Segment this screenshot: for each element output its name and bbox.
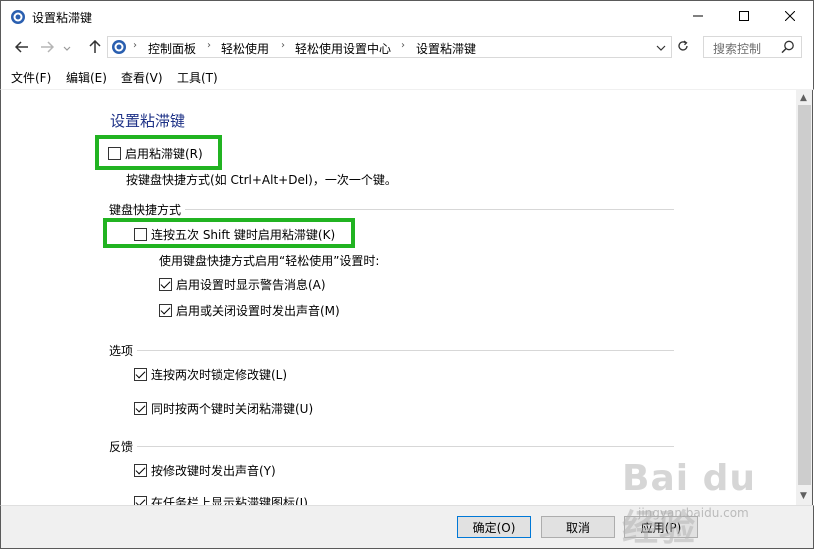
scroll-thumb[interactable] xyxy=(798,105,811,485)
watermark-logo: Bai du 经验 xyxy=(622,458,757,549)
checkbox-label: 启用或关闭设置时发出声音(M) xyxy=(176,304,340,318)
breadcrumb-separator: › xyxy=(133,40,137,51)
section-divider xyxy=(137,446,674,447)
menu-bar: 文件(F) 编辑(E) 查看(V) 工具(T) xyxy=(0,64,814,90)
refresh-button[interactable] xyxy=(674,36,692,58)
scroll-down-icon[interactable]: ▼ xyxy=(800,491,807,501)
enable-sticky-keys-checkbox[interactable]: 启用粘滞键(R) xyxy=(108,145,203,162)
section-options: 选项 xyxy=(109,344,134,358)
section-divider xyxy=(185,209,674,210)
enable-description: 按键盘快捷方式(如 Ctrl+Alt+Del)，一次一个键。 xyxy=(126,173,397,187)
maximize-button[interactable] xyxy=(721,1,767,32)
chevron-down-icon xyxy=(656,40,666,54)
arrow-right-icon xyxy=(40,40,55,56)
checkbox-unchecked[interactable] xyxy=(108,147,121,160)
checkbox-label: 启用粘滞键(R) xyxy=(125,147,203,161)
checkbox-label: 按修改键时发出声音(Y) xyxy=(151,464,276,478)
menu-view[interactable]: 查看(V) xyxy=(121,69,163,86)
address-bar[interactable]: › 控制面板 › 轻松使用 › 轻松使用设置中心 › 设置粘滞键 xyxy=(107,36,672,58)
forward-button[interactable] xyxy=(38,39,56,57)
page-title: 设置粘滞键 xyxy=(110,112,186,130)
arrow-up-icon xyxy=(89,39,101,57)
checkbox-checked[interactable] xyxy=(134,402,147,415)
title-bar: 设置粘滞键 xyxy=(0,0,814,32)
shortcut-sub-description: 使用键盘快捷方式启用“轻松使用”设置时: xyxy=(159,254,380,268)
checkbox-label: 连按五次 Shift 键时启用粘滞键(K) xyxy=(151,228,336,242)
ok-button[interactable]: 确定(O) xyxy=(457,516,531,538)
address-history-button[interactable] xyxy=(654,40,668,54)
checkbox-checked[interactable] xyxy=(159,304,172,317)
back-button[interactable] xyxy=(13,39,31,57)
breadcrumb-current[interactable]: 设置粘滞键 xyxy=(416,40,476,57)
shift-five-times-checkbox[interactable]: 连按五次 Shift 键时启用粘滞键(K) xyxy=(134,226,335,243)
section-divider xyxy=(137,350,674,351)
maximize-icon xyxy=(739,10,749,24)
chevron-down-icon xyxy=(63,41,71,55)
taskbar-icon-checkbox[interactable]: 在任务栏上显示粘滞键图标(I) xyxy=(134,494,308,505)
control-panel-icon xyxy=(10,9,26,25)
checkbox-label: 同时按两个键时关闭粘滞键(U) xyxy=(151,402,314,416)
breadcrumb-ease-of-access[interactable]: 轻松使用 xyxy=(221,40,269,57)
scroll-up-icon[interactable]: ▲ xyxy=(800,93,807,103)
checkbox-checked[interactable] xyxy=(134,464,147,477)
minimize-button[interactable] xyxy=(675,1,721,32)
checkbox-label: 启用设置时显示警告消息(A) xyxy=(176,278,326,292)
up-button[interactable] xyxy=(86,39,104,57)
control-panel-icon xyxy=(111,39,127,55)
menu-edit[interactable]: 编辑(E) xyxy=(66,69,107,86)
section-feedback: 反馈 xyxy=(109,440,134,454)
checkbox-checked[interactable] xyxy=(134,496,147,505)
settings-content: 设置粘滞键 启用粘滞键(R) 按键盘快捷方式(如 Ctrl+Alt+Del)，一… xyxy=(0,90,796,505)
turn-off-two-keys-checkbox[interactable]: 同时按两个键时关闭粘滞键(U) xyxy=(134,400,313,417)
checkbox-unchecked[interactable] xyxy=(134,228,147,241)
watermark-url: jingyan.baidu.com xyxy=(638,506,749,520)
checkbox-label: 连按两次时锁定修改键(L) xyxy=(151,368,288,382)
search-box[interactable]: 搜索控制 xyxy=(703,36,802,58)
close-icon xyxy=(784,10,796,24)
menu-tools[interactable]: 工具(T) xyxy=(177,69,218,86)
search-placeholder: 搜索控制 xyxy=(713,42,762,56)
menu-file[interactable]: 文件(F) xyxy=(11,69,51,86)
arrow-left-icon xyxy=(14,40,29,56)
window-title: 设置粘滞键 xyxy=(32,11,93,25)
baidu-watermark: Bai du 经验 jingyan.baidu.com xyxy=(622,458,782,549)
checkbox-checked[interactable] xyxy=(159,278,172,291)
breadcrumb-separator: › xyxy=(281,40,285,51)
breadcrumb-control-panel[interactable]: 控制面板 xyxy=(148,40,196,57)
breadcrumb-separator: › xyxy=(207,40,211,51)
cancel-button[interactable]: 取消 xyxy=(541,516,615,538)
checkbox-label: 在任务栏上显示粘滞键图标(I) xyxy=(151,496,308,505)
close-button[interactable] xyxy=(767,1,813,32)
recent-locations-button[interactable] xyxy=(61,39,73,57)
minimize-icon xyxy=(693,10,703,24)
breadcrumb-separator: › xyxy=(401,40,405,51)
modifier-sound-checkbox[interactable]: 按修改键时发出声音(Y) xyxy=(134,462,276,479)
search-icon[interactable] xyxy=(781,40,795,54)
make-sound-checkbox[interactable]: 启用或关闭设置时发出声音(M) xyxy=(159,302,340,319)
refresh-icon xyxy=(677,39,689,55)
vertical-scrollbar[interactable]: ▲ ▼ xyxy=(796,90,813,505)
lock-modifier-checkbox[interactable]: 连按两次时锁定修改键(L) xyxy=(134,366,287,383)
show-warning-checkbox[interactable]: 启用设置时显示警告消息(A) xyxy=(159,276,326,293)
section-keyboard-shortcut: 键盘快捷方式 xyxy=(109,203,182,217)
breadcrumb-ease-of-access-center[interactable]: 轻松使用设置中心 xyxy=(295,40,391,57)
checkbox-checked[interactable] xyxy=(134,368,147,381)
